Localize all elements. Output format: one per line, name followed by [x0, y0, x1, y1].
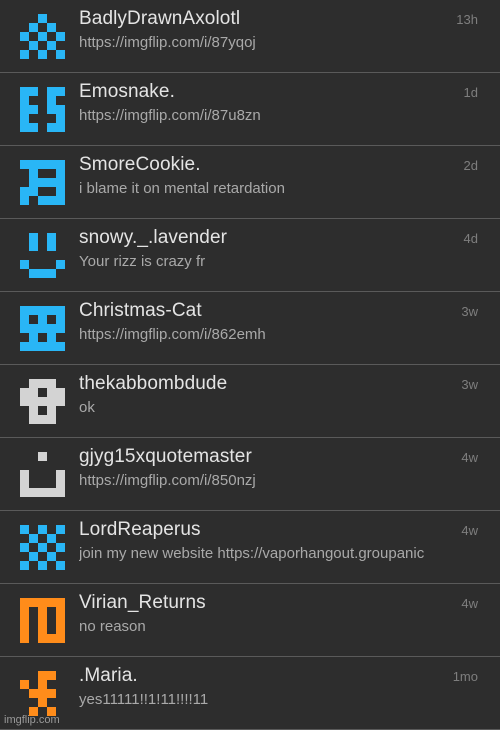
- pixel-avatar-invader-icon: [20, 306, 65, 351]
- timestamp: 13h: [456, 12, 478, 27]
- timestamp: 4w: [461, 596, 478, 611]
- username: Christmas-Cat: [79, 300, 202, 321]
- username: LordReaperus: [79, 519, 201, 540]
- conversation-list: BadlyDrawnAxolotl https://imgflip.com/i/…: [0, 0, 500, 730]
- conversation-row[interactable]: SmoreCookie. i blame it on mental retard…: [0, 146, 500, 219]
- pixel-avatar-cross-icon: [20, 671, 65, 716]
- timestamp: 2d: [463, 158, 478, 173]
- watermark: imgflip.com: [4, 714, 60, 726]
- timestamp: 4d: [463, 231, 478, 246]
- conversation-row[interactable]: .Maria. yes11111!!1!11!!!!11 1mo: [0, 657, 500, 730]
- conversation-row[interactable]: thekabbombdude ok 3w: [0, 365, 500, 438]
- timestamp: 1d: [463, 85, 478, 100]
- message-preview: no reason: [79, 618, 146, 635]
- username: thekabbombdude: [79, 373, 228, 394]
- username: .Maria.: [79, 665, 138, 686]
- pixel-avatar-grin-icon: [20, 452, 65, 497]
- username: BadlyDrawnAxolotl: [79, 8, 241, 29]
- pixel-avatar-swirl-icon: [20, 160, 65, 205]
- timestamp: 4w: [461, 523, 478, 538]
- message-preview: Your rizz is crazy fr: [79, 253, 206, 270]
- conversation-row[interactable]: Christmas-Cat https://imgflip.com/i/862e…: [0, 292, 500, 365]
- timestamp: 3w: [461, 377, 478, 392]
- pixel-avatar-dots-icon: [20, 14, 65, 59]
- username: snowy._.lavender: [79, 227, 228, 248]
- username: Emosnake.: [79, 81, 175, 102]
- timestamp: 4w: [461, 450, 478, 465]
- conversation-row[interactable]: gjyg15xquotemaster https://imgflip.com/i…: [0, 438, 500, 511]
- username: SmoreCookie.: [79, 154, 201, 175]
- username: gjyg15xquotemaster: [79, 446, 252, 467]
- pixel-avatar-es-icon: [20, 87, 65, 132]
- message-preview: yes11111!!1!11!!!!11: [79, 691, 209, 708]
- pixel-avatar-smile-icon: [20, 233, 65, 278]
- message-preview: https://imgflip.com/i/850nzj: [79, 472, 256, 489]
- message-preview: https://imgflip.com/i/862emh: [79, 326, 266, 343]
- timestamp: 3w: [461, 304, 478, 319]
- pixel-avatar-checker-icon: [20, 525, 65, 570]
- message-preview: join my new website https://vaporhangout…: [79, 545, 425, 562]
- conversation-row[interactable]: snowy._.lavender Your rizz is crazy fr 4…: [0, 219, 500, 292]
- pixel-avatar-skull-icon: [20, 379, 65, 424]
- conversation-row[interactable]: Virian_Returns no reason 4w: [0, 584, 500, 657]
- timestamp: 1mo: [452, 669, 478, 684]
- conversation-row[interactable]: Emosnake. https://imgflip.com/i/87u8zn 1…: [0, 73, 500, 146]
- message-preview: https://imgflip.com/i/87yqoj: [79, 34, 256, 51]
- pixel-avatar-wave-icon: [20, 598, 65, 643]
- username: Virian_Returns: [79, 592, 206, 613]
- message-preview: https://imgflip.com/i/87u8zn: [79, 107, 261, 124]
- message-preview: ok: [79, 399, 95, 416]
- conversation-row[interactable]: LordReaperus join my new website https:/…: [0, 511, 500, 584]
- conversation-row[interactable]: BadlyDrawnAxolotl https://imgflip.com/i/…: [0, 0, 500, 73]
- message-preview: i blame it on mental retardation: [79, 180, 285, 197]
